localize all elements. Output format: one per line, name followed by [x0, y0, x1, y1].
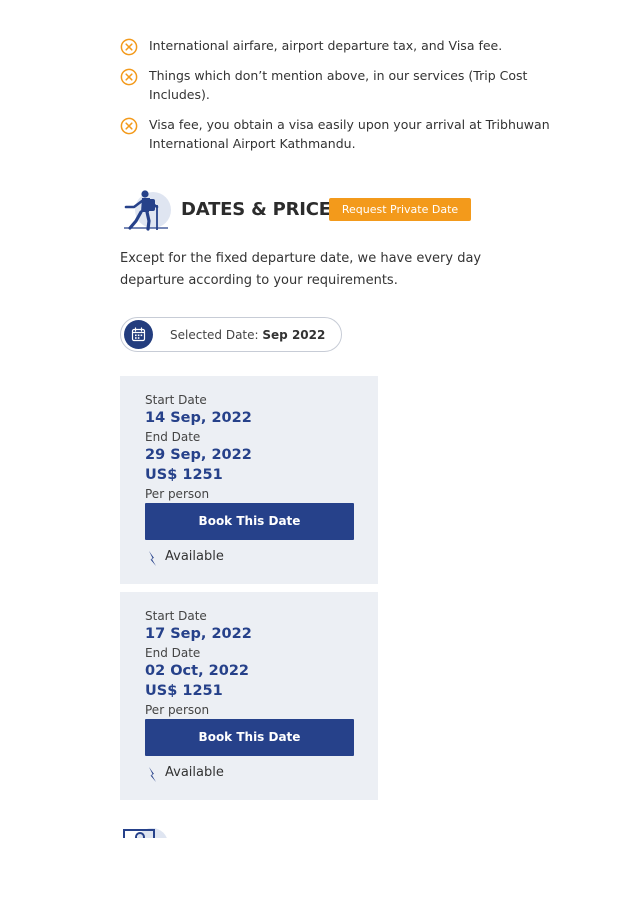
hiker-icon [124, 190, 171, 231]
end-date-value: 02 Oct, 2022 [145, 663, 249, 679]
price-value: US$ 1251 [145, 467, 223, 483]
departure-card: Start Date 17 Sep, 2022 End Date 02 Oct,… [120, 592, 378, 800]
selected-date-label: Selected Date: [170, 328, 259, 342]
exclusion-item: Things which don’t mention above, in our… [120, 66, 550, 104]
map-icon [123, 828, 167, 838]
exclusion-text: International airfare, airport departure… [149, 38, 503, 53]
dates-price-header: DATES & PRICE Request Private Date [120, 188, 540, 232]
per-person-label: Per person [145, 703, 210, 717]
x-circle-icon [120, 38, 138, 56]
lightning-icon [149, 767, 156, 782]
exclusions-list: International airfare, airport departure… [120, 36, 550, 164]
book-this-date-button[interactable]: Book This Date [145, 719, 354, 756]
request-private-date-button[interactable]: Request Private Date [329, 198, 471, 221]
section-title: DATES & PRICE [181, 199, 331, 220]
availability-text: Available [165, 765, 224, 780]
start-date-label: Start Date [145, 609, 207, 623]
calendar-icon [124, 320, 153, 349]
x-circle-icon [120, 68, 138, 86]
end-date-label: End Date [145, 646, 201, 660]
end-date-label: End Date [145, 430, 201, 444]
dates-intro-text: Except for the fixed departure date, we … [120, 251, 482, 288]
price-value: US$ 1251 [145, 683, 223, 699]
start-date-label: Start Date [145, 393, 207, 407]
selected-date-value: Sep 2022 [262, 328, 326, 342]
departure-card: Start Date 14 Sep, 2022 End Date 29 Sep,… [120, 376, 378, 584]
book-this-date-button[interactable]: Book This Date [145, 503, 354, 540]
date-selector[interactable]: Selected Date: Sep 2022 [120, 317, 342, 352]
exclusion-item: Visa fee, you obtain a visa easily upon … [120, 115, 550, 153]
selected-date-text: Selected Date: Sep 2022 [170, 328, 325, 342]
availability-text: Available [165, 549, 224, 564]
x-circle-icon [120, 117, 138, 135]
exclusion-item: International airfare, airport departure… [120, 36, 550, 56]
exclusion-text: Visa fee, you obtain a visa easily upon … [149, 117, 550, 151]
lightning-icon [149, 551, 156, 566]
start-date-value: 14 Sep, 2022 [145, 410, 252, 426]
per-person-label: Per person [145, 487, 210, 501]
exclusion-text: Things which don’t mention above, in our… [149, 68, 528, 102]
start-date-value: 17 Sep, 2022 [145, 626, 252, 642]
end-date-value: 29 Sep, 2022 [145, 447, 252, 463]
